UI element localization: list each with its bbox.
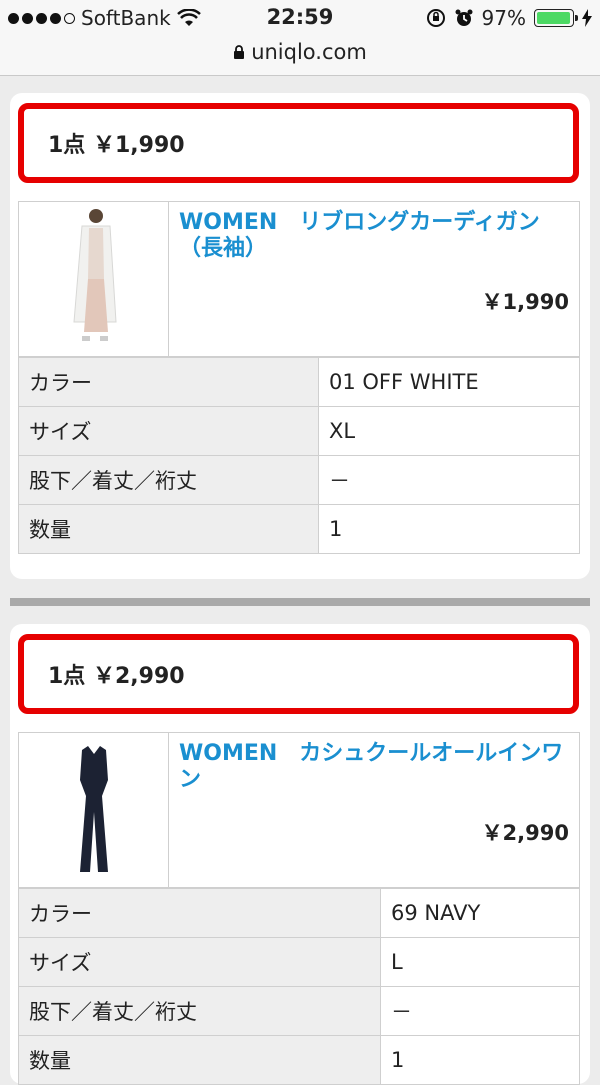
item-summary: 1点 ￥1,990 — [18, 103, 579, 183]
product-info: WOMEN リブロングカーディガン（長袖） ￥1,990 — [169, 202, 579, 356]
detail-row-size: サイズ L — [19, 937, 579, 986]
alarm-icon — [455, 9, 473, 26]
battery-percent: 97% — [481, 6, 526, 30]
detail-row-size: サイズ XL — [19, 406, 579, 455]
detail-value: XL — [329, 419, 356, 443]
product-table: WOMEN リブロングカーディガン（長袖） ￥1,990 カラー 01 OFF … — [18, 201, 580, 554]
detail-row-color: カラー 01 OFF WHITE — [19, 357, 579, 406]
order-item-card: 1点 ￥1,990 WOMEN リブロングカーディガン（長袖） ￥1,990 カ… — [10, 93, 590, 579]
rotation-lock-icon — [426, 9, 445, 27]
detail-row-color: カラー 69 NAVY — [19, 888, 579, 937]
product-price: ￥1,990 — [481, 290, 569, 314]
charging-icon — [582, 9, 592, 27]
detail-label: 数量 — [19, 505, 319, 553]
detail-label: サイズ — [19, 407, 319, 455]
detail-row-length: 股下／着丈／裄丈 － — [19, 455, 579, 504]
detail-row-length: 股下／着丈／裄丈 － — [19, 986, 579, 1035]
detail-value: 01 OFF WHITE — [329, 370, 479, 394]
detail-value: L — [391, 950, 403, 974]
detail-label: 股下／着丈／裄丈 — [19, 987, 381, 1035]
address-bar[interactable]: uniqlo.com — [0, 40, 600, 64]
detail-label: 股下／着丈／裄丈 — [19, 456, 319, 504]
detail-label: 数量 — [19, 1036, 381, 1084]
product-info: WOMEN カシュクールオールインワン ￥2,990 — [169, 733, 579, 887]
detail-label: カラー — [19, 358, 319, 406]
product-image[interactable] — [19, 733, 169, 887]
status-right: 97% — [426, 6, 592, 30]
detail-row-quantity: 数量 1 — [19, 1035, 579, 1084]
battery-icon — [534, 9, 578, 27]
lock-icon — [234, 45, 245, 59]
status-bar: SoftBank 22:59 97% uniqlo.com — [0, 0, 600, 76]
order-item-card: 1点 ￥2,990 WOMEN カシュクールオールインワン ￥2,990 カラー… — [10, 624, 590, 1085]
product-header: WOMEN リブロングカーディガン（長袖） ￥1,990 — [19, 202, 579, 357]
product-name-link[interactable]: WOMEN カシュクールオールインワン — [179, 741, 569, 793]
product-name-link[interactable]: WOMEN リブロングカーディガン（長袖） — [179, 210, 569, 262]
detail-value: 1 — [391, 1048, 405, 1072]
product-price: ￥2,990 — [481, 821, 569, 845]
product-header: WOMEN カシュクールオールインワン ￥2,990 — [19, 733, 579, 888]
detail-label: サイズ — [19, 938, 381, 986]
section-divider — [10, 598, 590, 606]
product-image[interactable] — [19, 202, 169, 356]
jumpsuit-image — [79, 746, 108, 872]
detail-row-quantity: 数量 1 — [19, 504, 579, 553]
detail-label: カラー — [19, 889, 381, 937]
product-table: WOMEN カシュクールオールインワン ￥2,990 カラー 69 NAVY サ… — [18, 732, 580, 1085]
cardigan-image — [72, 209, 117, 341]
url-text: uniqlo.com — [251, 40, 367, 64]
item-summary: 1点 ￥2,990 — [18, 634, 579, 714]
detail-value: － — [329, 469, 350, 493]
detail-value: 69 NAVY — [391, 901, 481, 925]
detail-value: 1 — [329, 517, 343, 541]
detail-value: － — [391, 1000, 412, 1024]
